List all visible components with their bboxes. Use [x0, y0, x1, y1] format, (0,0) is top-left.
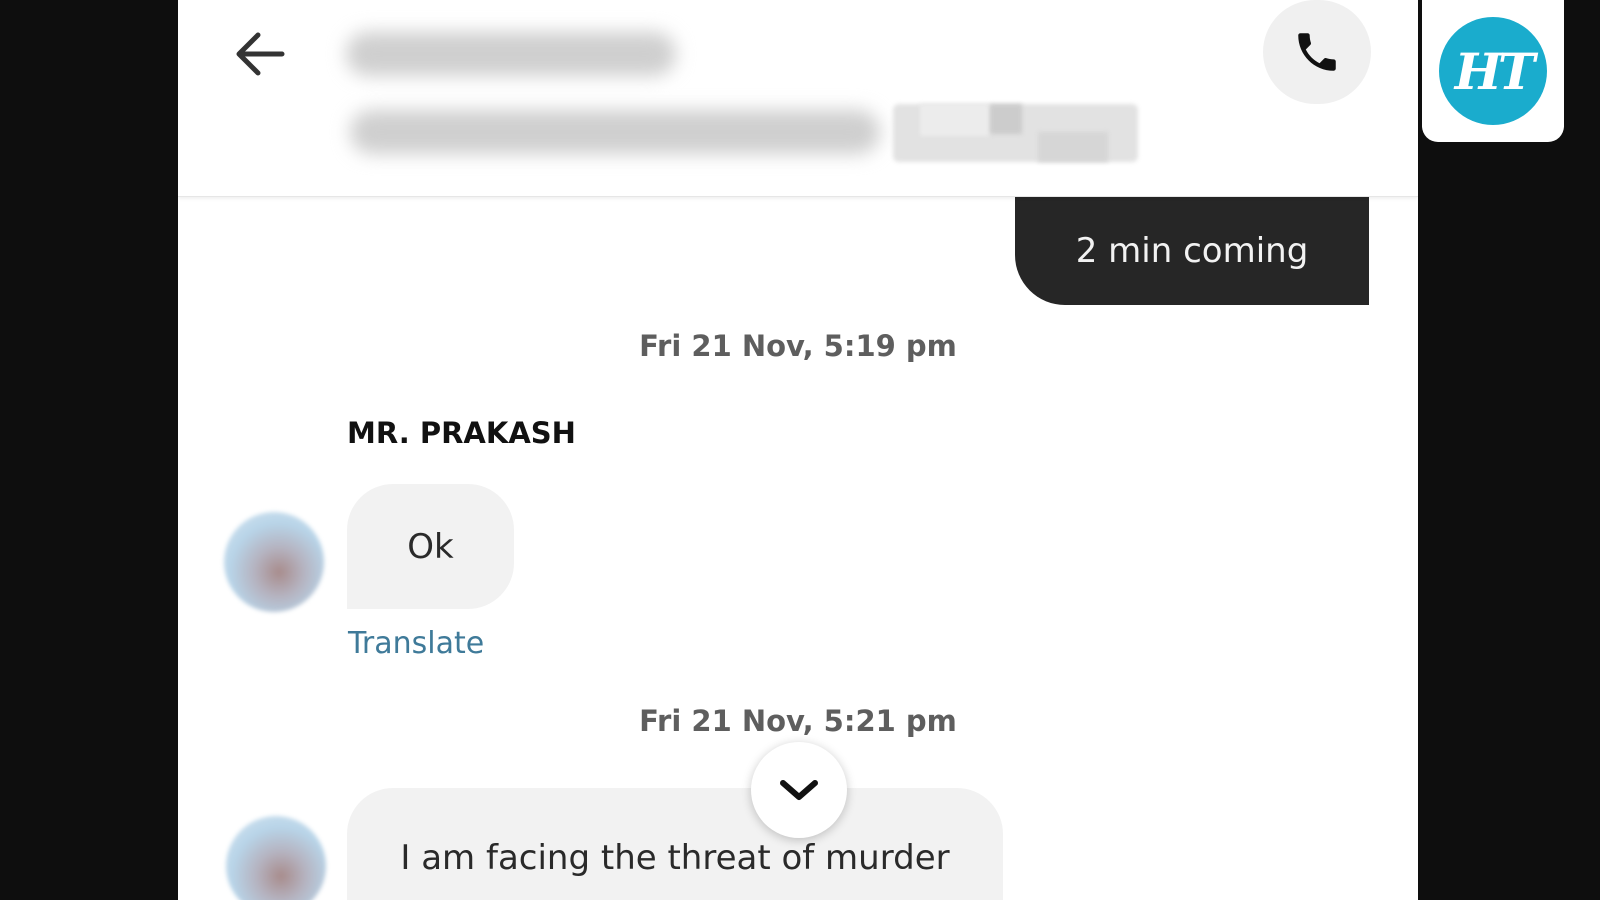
- phone-icon: [1298, 33, 1336, 71]
- message-list[interactable]: 2 min coming Fri 21 Nov, 5:19 pm MR. PRA…: [178, 196, 1418, 900]
- ht-logo-text: HT: [1454, 41, 1535, 101]
- message-timestamp: Fri 21 Nov, 5:19 pm: [639, 329, 957, 363]
- chevron-down-icon: [780, 780, 818, 800]
- received-message[interactable]: I am facing the threat of murder: [347, 788, 1003, 900]
- ht-logo-badge: HT: [1439, 17, 1547, 125]
- chat-header: [178, 0, 1418, 197]
- back-button[interactable]: [230, 24, 290, 84]
- arrow-left-icon: [236, 32, 285, 76]
- call-button[interactable]: [1263, 0, 1371, 104]
- scroll-to-bottom-button[interactable]: [751, 742, 847, 838]
- message-timestamp: Fri 21 Nov, 5:21 pm: [639, 704, 957, 738]
- translate-link[interactable]: Translate: [348, 626, 484, 661]
- received-message[interactable]: Ok: [347, 484, 514, 609]
- ht-watermark-logo: HT: [1422, 0, 1564, 142]
- sender-avatar[interactable]: [224, 512, 324, 612]
- sent-message[interactable]: 2 min coming: [1015, 196, 1369, 305]
- chat-screen: 2 min coming Fri 21 Nov, 5:19 pm MR. PRA…: [178, 0, 1418, 900]
- sender-avatar[interactable]: [226, 816, 326, 900]
- sender-name: MR. PRAKASH: [347, 416, 576, 450]
